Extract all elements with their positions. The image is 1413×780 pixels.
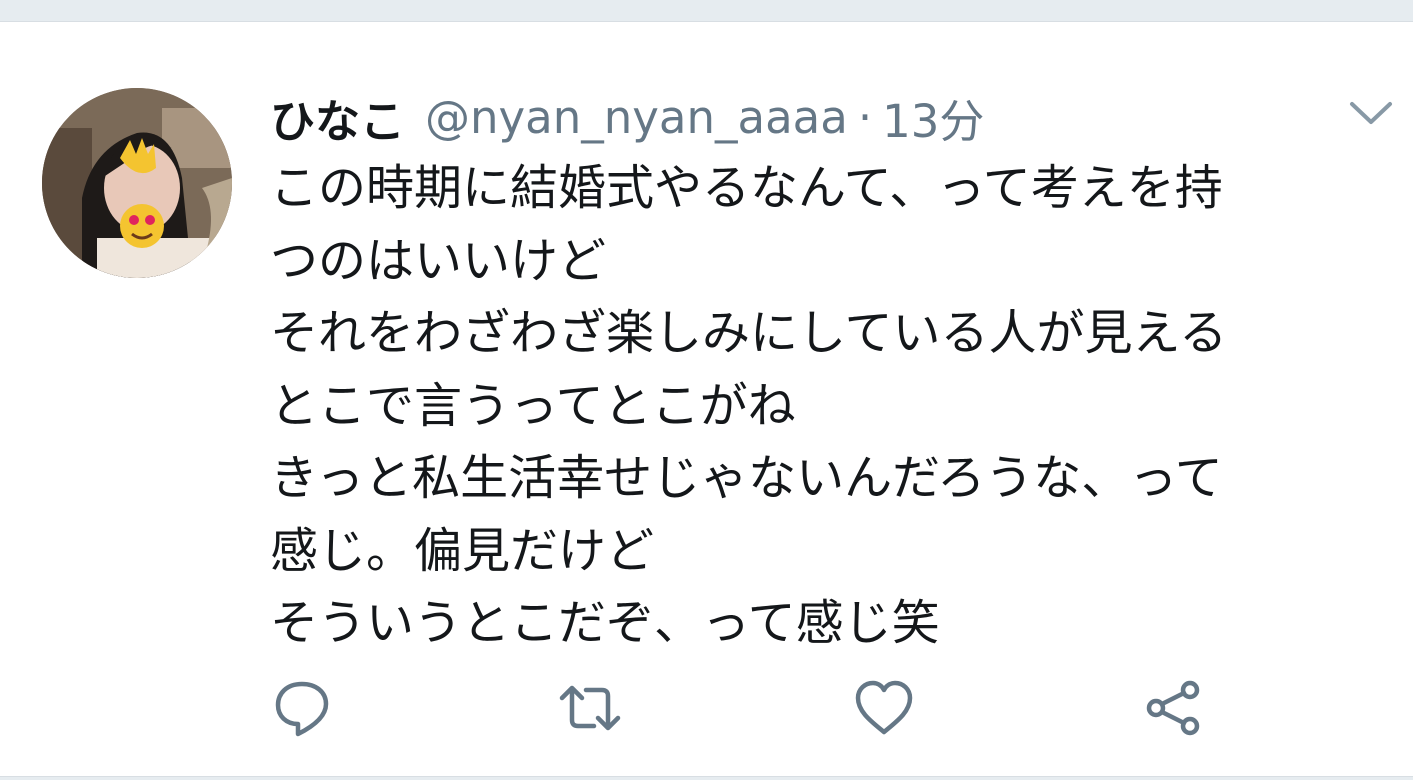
heart-icon <box>855 680 913 735</box>
share-icon <box>1146 680 1200 736</box>
share-button[interactable] <box>1142 676 1206 740</box>
bottom-divider <box>0 776 1413 780</box>
reply-icon <box>275 681 329 737</box>
action-bar <box>0 22 1413 776</box>
top-divider <box>0 0 1413 22</box>
like-button[interactable] <box>852 676 916 740</box>
retweet-icon <box>559 685 621 731</box>
tweet-card[interactable]: ひなこ @nyan_nyan_aaaa · 13分 この時期に結婚式やるなんて、… <box>0 22 1413 776</box>
reply-button[interactable] <box>270 676 334 740</box>
retweet-button[interactable] <box>558 676 622 740</box>
